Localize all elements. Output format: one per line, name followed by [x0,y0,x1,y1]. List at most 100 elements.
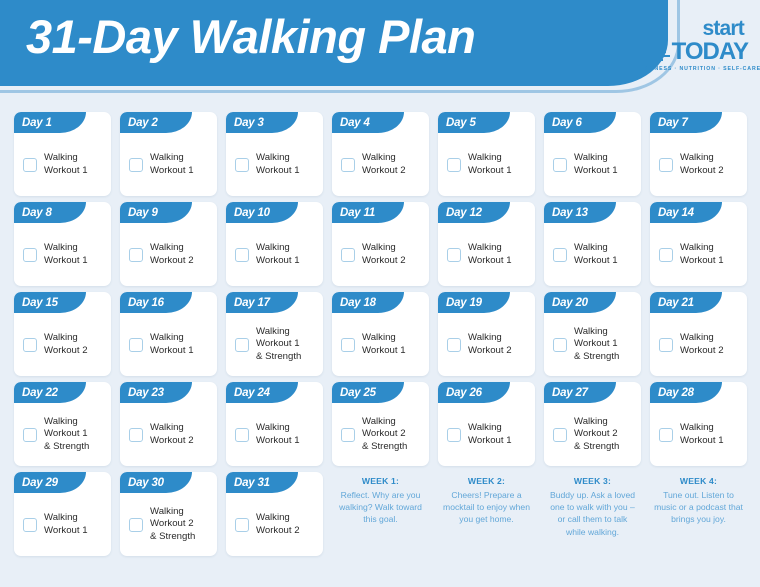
day-label: Day 8 [22,206,52,219]
day-card[interactable]: Day 11 Walking Workout 2 [332,202,429,286]
workout-checkbox[interactable] [553,337,567,352]
workout-checkbox[interactable] [129,427,143,442]
workout-checkbox[interactable] [235,337,249,352]
workout-checkbox[interactable] [341,247,355,262]
day-card[interactable]: Day 15 Walking Workout 2 [14,292,111,376]
workout-checkbox[interactable] [23,517,37,532]
workout-checkbox[interactable] [659,247,673,262]
logo-speed-lines-icon [652,51,670,64]
workout-checkbox[interactable] [341,157,355,172]
workout-checkbox[interactable] [23,247,37,262]
day-card-body: Walking Workout 1 [332,313,429,376]
workout-label: Walking Workout 2 [150,422,194,446]
day-label: Day 1 [22,116,52,129]
workout-checkbox[interactable] [23,157,37,172]
workout-label: Walking Workout 1 [150,152,194,176]
day-card[interactable]: Day 19 Walking Workout 2 [438,292,535,376]
day-card-body: Walking Workout 2 & Strength [544,403,641,466]
day-card[interactable]: Day 6 Walking Workout 1 [544,112,641,196]
day-card[interactable]: Day 20 Walking Workout 1 & Strength [544,292,641,376]
workout-checkbox[interactable] [553,427,567,442]
workout-checkbox[interactable] [235,517,249,532]
day-card[interactable]: Day 12 Walking Workout 1 [438,202,535,286]
workout-checkbox[interactable] [553,157,567,172]
day-card[interactable]: Day 23 Walking Workout 2 [120,382,217,466]
workout-label: Walking Workout 1 [44,512,88,536]
day-banner: Day 22 [14,382,86,403]
day-card-body: Walking Workout 1 [650,403,747,466]
workout-checkbox[interactable] [341,337,355,352]
day-card[interactable]: Day 3 Walking Workout 1 [226,112,323,196]
day-card-body: Walking Workout 1 [544,133,641,196]
workout-checkbox[interactable] [23,427,37,442]
day-label: Day 28 [658,386,694,399]
workout-label: Walking Workout 1 [468,152,512,176]
day-banner: Day 8 [14,202,86,223]
day-card[interactable]: Day 21 Walking Workout 2 [650,292,747,376]
day-card[interactable]: Day 8 Walking Workout 1 [14,202,111,286]
day-banner: Day 2 [120,112,192,133]
day-card-body: Walking Workout 1 [438,133,535,196]
day-card-body: Walking Workout 1 & Strength [14,403,111,466]
workout-checkbox[interactable] [447,157,461,172]
day-banner: Day 25 [332,382,404,403]
workout-checkbox[interactable] [659,157,673,172]
day-card[interactable]: Day 4 Walking Workout 2 [332,112,429,196]
workout-checkbox[interactable] [447,247,461,262]
workout-label: Walking Workout 1 [362,332,406,356]
day-card[interactable]: Day 17 Walking Workout 1 & Strength [226,292,323,376]
day-card[interactable]: Day 27 Walking Workout 2 & Strength [544,382,641,466]
day-card[interactable]: Day 14 Walking Workout 1 [650,202,747,286]
day-label: Day 7 [658,116,688,129]
day-card[interactable]: Day 9 Walking Workout 2 [120,202,217,286]
workout-checkbox[interactable] [235,157,249,172]
week-note-body: Tune out. Listen to music or a podcast t… [654,490,743,525]
day-card[interactable]: Day 22 Walking Workout 1 & Strength [14,382,111,466]
day-card[interactable]: Day 13 Walking Workout 1 [544,202,641,286]
workout-checkbox[interactable] [447,427,461,442]
day-card[interactable]: Day 31 Walking Workout 2 [226,472,323,556]
workout-label: Walking Workout 1 [150,332,194,356]
workout-checkbox[interactable] [23,337,37,352]
week-note: WEEK 3: Buddy up. Ask a loved one to walk… [544,472,641,556]
workout-checkbox[interactable] [235,427,249,442]
day-card[interactable]: Day 24 Walking Workout 1 [226,382,323,466]
day-card[interactable]: Day 28 Walking Workout 1 [650,382,747,466]
workout-checkbox[interactable] [235,247,249,262]
day-card[interactable]: Day 25 Walking Workout 2 & Strength [332,382,429,466]
day-card[interactable]: Day 7 Walking Workout 2 [650,112,747,196]
workout-checkbox[interactable] [129,157,143,172]
day-label: Day 18 [340,296,376,309]
day-card[interactable]: Day 18 Walking Workout 1 [332,292,429,376]
day-banner: Day 31 [226,472,298,493]
workout-label: Walking Workout 1 [468,422,512,446]
day-label: Day 21 [658,296,694,309]
workout-checkbox[interactable] [341,427,355,442]
day-card[interactable]: Day 30 Walking Workout 2 & Strength [120,472,217,556]
day-label: Day 26 [446,386,482,399]
workout-checkbox[interactable] [659,427,673,442]
day-banner: Day 7 [650,112,722,133]
workout-checkbox[interactable] [659,337,673,352]
workout-checkbox[interactable] [553,247,567,262]
day-banner: Day 14 [650,202,722,223]
day-banner: Day 4 [332,112,404,133]
day-banner: Day 30 [120,472,192,493]
day-label: Day 17 [234,296,270,309]
workout-checkbox[interactable] [129,247,143,262]
day-card[interactable]: Day 2 Walking Workout 1 [120,112,217,196]
week-note-title: WEEK 4: [679,476,718,486]
day-card[interactable]: Day 10 Walking Workout 1 [226,202,323,286]
workout-label: Walking Workout 2 [680,332,724,356]
day-card[interactable]: Day 29 Walking Workout 1 [14,472,111,556]
day-card[interactable]: Day 16 Walking Workout 1 [120,292,217,376]
day-card[interactable]: Day 26 Walking Workout 1 [438,382,535,466]
workout-label: Walking Workout 1 [256,152,300,176]
workout-checkbox[interactable] [129,337,143,352]
workout-checkbox[interactable] [129,517,143,532]
day-label: Day 15 [22,296,58,309]
day-card[interactable]: Day 5 Walking Workout 1 [438,112,535,196]
workout-checkbox[interactable] [447,337,461,352]
day-card[interactable]: Day 1 Walking Workout 1 [14,112,111,196]
day-card-body: Walking Workout 1 [438,223,535,286]
